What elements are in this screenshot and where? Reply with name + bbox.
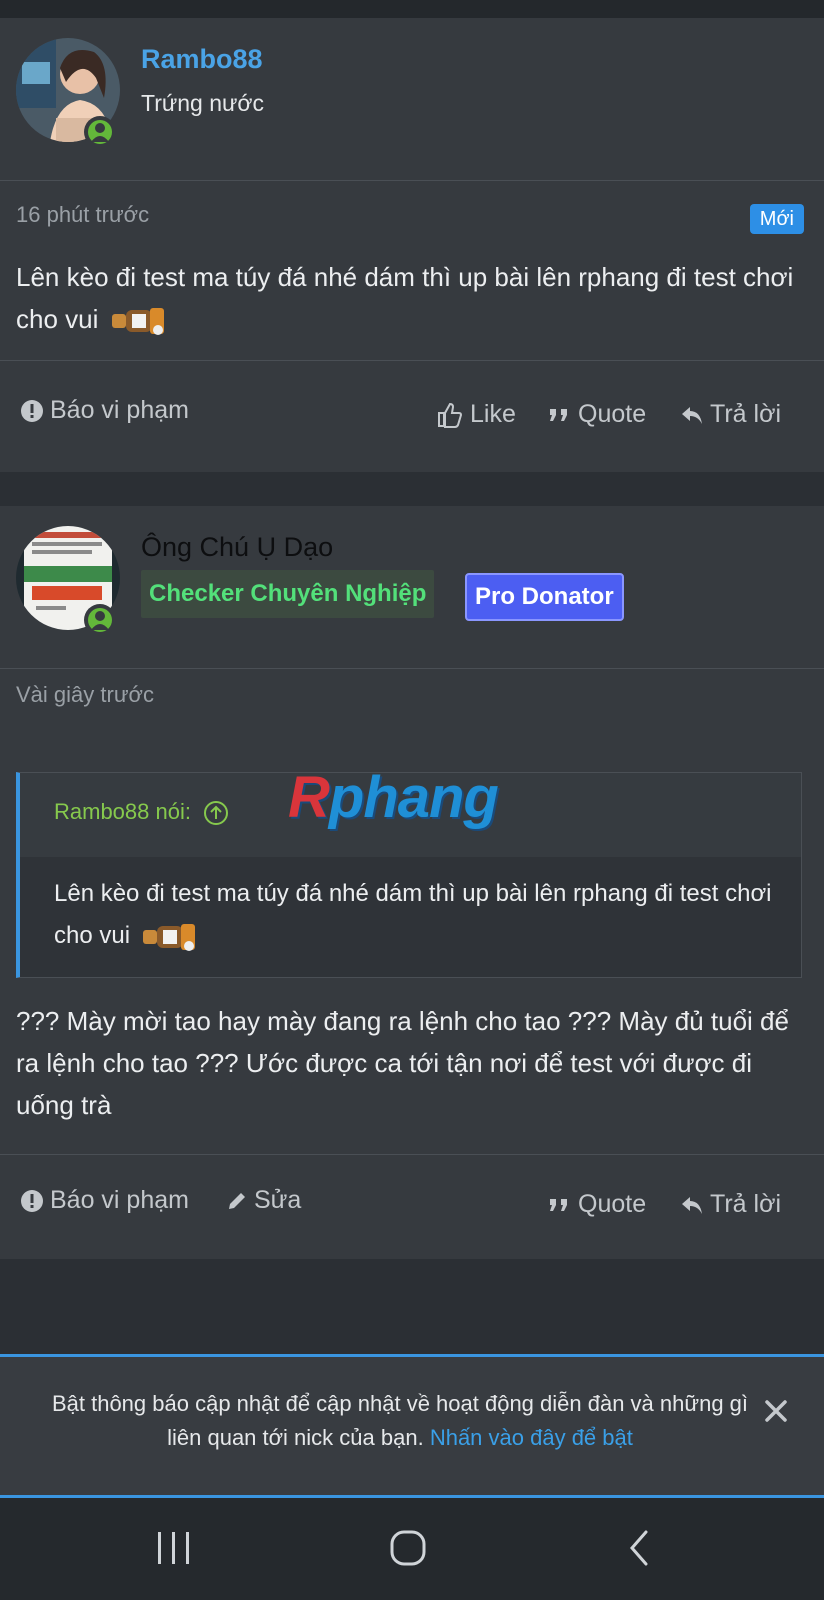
quote-button[interactable]: Quote	[548, 1174, 646, 1234]
recent-apps-icon[interactable]	[156, 1528, 192, 1573]
reply-arrow-icon	[682, 407, 702, 425]
edit-button[interactable]: Sửa	[226, 1170, 301, 1230]
post-card: Rambo88 Trứng nước 16 phút trước Mới Lên…	[0, 18, 824, 472]
report-button[interactable]: Báo vi phạm	[20, 1170, 189, 1230]
exclamation-circle-icon	[21, 400, 43, 423]
quote-label: Quote	[578, 1190, 647, 1218]
edit-label: Sửa	[254, 1186, 302, 1214]
user-banner-pro-donator: Pro Donator	[465, 573, 624, 621]
post-time[interactable]: 16 phút trước	[16, 202, 149, 228]
push-notification-prompt: Bật thông báo cập nhật để cập nhật về ho…	[0, 1354, 824, 1498]
new-badge: Mới	[749, 204, 804, 234]
emoji-icon	[106, 304, 170, 338]
quote-icon	[550, 1199, 567, 1212]
quote-button[interactable]: Quote	[548, 384, 646, 444]
notification-message: Bật thông báo cập nhật để cập nhật về ho…	[51, 1391, 749, 1450]
quote-icon	[550, 409, 567, 422]
post-card: Ông Chú Ụ Dạo Checker Chuyên Nghiệp Pro …	[0, 506, 824, 1259]
post-actions: Báo vi phạm Sửa Quote Trả lời	[0, 1170, 824, 1230]
quote-attribution[interactable]: Rambo88 nói:	[54, 799, 229, 826]
reply-label: Trả lời	[710, 400, 782, 428]
quote-attribution-text: Rambo88 nói:	[54, 799, 191, 824]
post-content: Lên kèo đi test ma túy đá nhé dám thì up…	[16, 256, 806, 340]
like-label: Like	[470, 400, 516, 428]
like-button[interactable]: Like	[436, 384, 516, 444]
report-label: Báo vi phạm	[50, 1186, 189, 1214]
post-header: Ông Chú Ụ Dạo Checker Chuyên Nghiệp Pro …	[0, 506, 824, 669]
user-title: Trứng nước	[141, 90, 264, 116]
emoji-icon	[137, 920, 201, 954]
reply-button[interactable]: Trả lời	[680, 1174, 781, 1234]
quote-content: Lên kèo đi test ma túy đá nhé dám thì up…	[54, 873, 774, 957]
user-banner-checker: Checker Chuyên Nghiệp	[141, 570, 435, 618]
online-status-icon	[84, 116, 116, 148]
back-icon[interactable]	[626, 1528, 652, 1573]
pencil-icon	[229, 1193, 245, 1210]
reply-arrow-icon	[682, 1197, 702, 1215]
username[interactable]: Rambo88	[141, 44, 263, 75]
username[interactable]: Ông Chú Ụ Dạo	[141, 532, 333, 563]
post-content: ??? Mày mời tao hay mày đang ra lệnh cho…	[16, 1006, 789, 1120]
thumbs-up-icon	[438, 403, 463, 429]
reply-label: Trả lời	[710, 1190, 782, 1218]
exclamation-circle-icon	[21, 1190, 43, 1213]
reply-button[interactable]: Trả lời	[680, 384, 781, 444]
post-actions: Báo vi phạm Like Quote Trả lời	[0, 380, 824, 440]
enable-notifications-link[interactable]: Nhấn vào đây để bật	[430, 1425, 633, 1450]
online-status-icon	[84, 604, 116, 636]
close-icon[interactable]	[762, 1397, 790, 1425]
system-navigation-bar	[0, 1498, 824, 1600]
report-button[interactable]: Báo vi phạm	[20, 380, 189, 440]
arrow-up-circle-icon[interactable]	[203, 800, 229, 826]
report-label: Báo vi phạm	[50, 396, 189, 424]
watermark-logo: Rphang	[288, 764, 499, 831]
divider	[0, 360, 824, 361]
post-time[interactable]: Vài giây trước	[16, 682, 154, 708]
top-strip	[0, 0, 824, 18]
watermark-part2: phang	[328, 765, 499, 830]
quote-label: Quote	[578, 400, 647, 428]
watermark-part1: R	[288, 765, 330, 830]
home-icon[interactable]	[388, 1528, 428, 1573]
post-header: Rambo88 Trứng nước	[0, 18, 824, 181]
notification-text: Bật thông báo cập nhật để cập nhật về ho…	[40, 1387, 760, 1455]
divider	[0, 1154, 824, 1155]
